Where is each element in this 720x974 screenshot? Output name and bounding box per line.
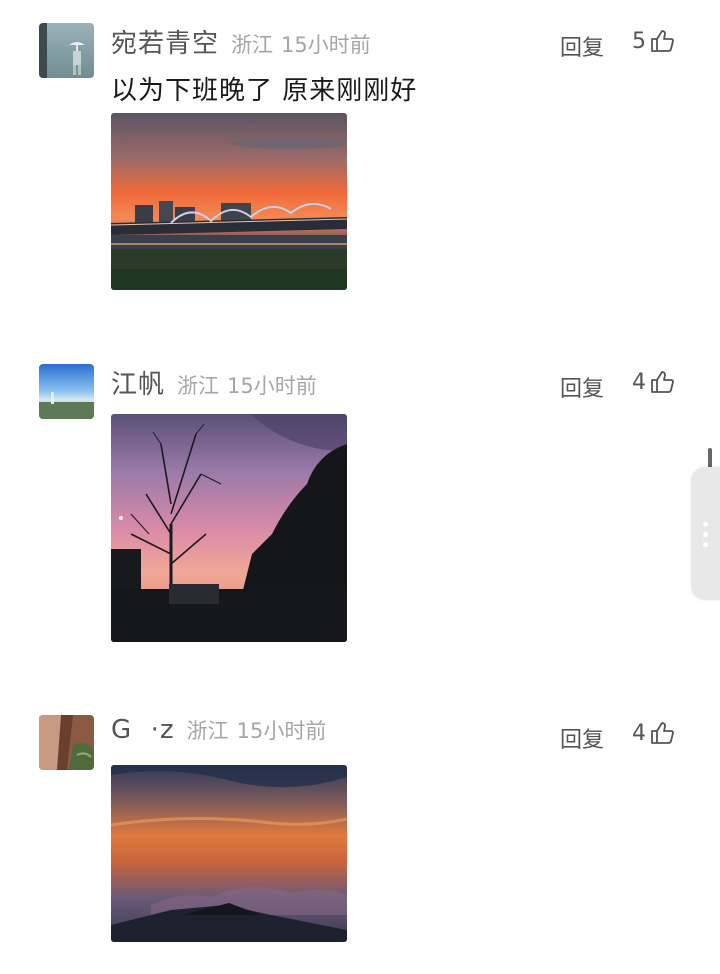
reply-button[interactable]: 回复 bbox=[560, 30, 604, 62]
location-label: 浙江 bbox=[186, 719, 229, 743]
timestamp: 15小时前 bbox=[281, 33, 371, 57]
like-count: 4 bbox=[632, 369, 646, 395]
thumbs-up-icon bbox=[649, 720, 675, 746]
user-avatar[interactable] bbox=[39, 715, 94, 770]
location-label: 浙江 bbox=[177, 374, 220, 398]
seaside-avatar-icon bbox=[39, 364, 94, 419]
username[interactable]: 江帆 bbox=[111, 364, 165, 401]
comment-photo[interactable] bbox=[111, 113, 347, 290]
like-count: 4 bbox=[632, 720, 646, 746]
comment-photo[interactable] bbox=[111, 414, 347, 642]
like-count: 5 bbox=[632, 28, 646, 54]
user-avatar[interactable] bbox=[39, 364, 94, 419]
tree-silhouette-sunset-photo-icon bbox=[111, 414, 347, 642]
umbrella-figure-avatar-icon bbox=[39, 23, 94, 78]
like-button[interactable]: 5 bbox=[632, 28, 675, 54]
like-button[interactable]: 4 bbox=[632, 720, 675, 746]
like-button[interactable]: 4 bbox=[632, 369, 675, 395]
bridge-sunset-photo-icon bbox=[111, 113, 347, 290]
username[interactable]: 宛若青空 bbox=[111, 23, 219, 60]
floating-more-handle[interactable] bbox=[691, 467, 720, 600]
thumbs-up-icon bbox=[649, 28, 675, 54]
comment-text: 以为下班晚了 原来刚刚好 bbox=[111, 76, 418, 106]
comment-meta: G ·z 浙江 15小时前 bbox=[111, 715, 326, 755]
more-dots-icon bbox=[703, 532, 708, 537]
more-dots-icon bbox=[703, 522, 708, 527]
more-dots-icon bbox=[703, 542, 708, 547]
location-label: 浙江 bbox=[231, 33, 274, 57]
user-avatar[interactable] bbox=[39, 23, 94, 78]
mountain-sunset-photo-icon bbox=[111, 765, 347, 942]
comment-meta: 宛若青空 浙江 15小时前 bbox=[111, 23, 371, 63]
reply-button[interactable]: 回复 bbox=[560, 371, 604, 403]
comment-meta: 江帆 浙江 15小时前 bbox=[111, 364, 317, 404]
timestamp: 15小时前 bbox=[236, 719, 327, 743]
reply-button[interactable]: 回复 bbox=[560, 722, 604, 754]
timestamp: 15小时前 bbox=[227, 374, 317, 398]
comment-photo[interactable] bbox=[111, 765, 347, 942]
thumbs-up-icon bbox=[649, 369, 675, 395]
username[interactable]: G ·z bbox=[111, 715, 175, 745]
leaf-avatar-icon bbox=[39, 715, 94, 770]
